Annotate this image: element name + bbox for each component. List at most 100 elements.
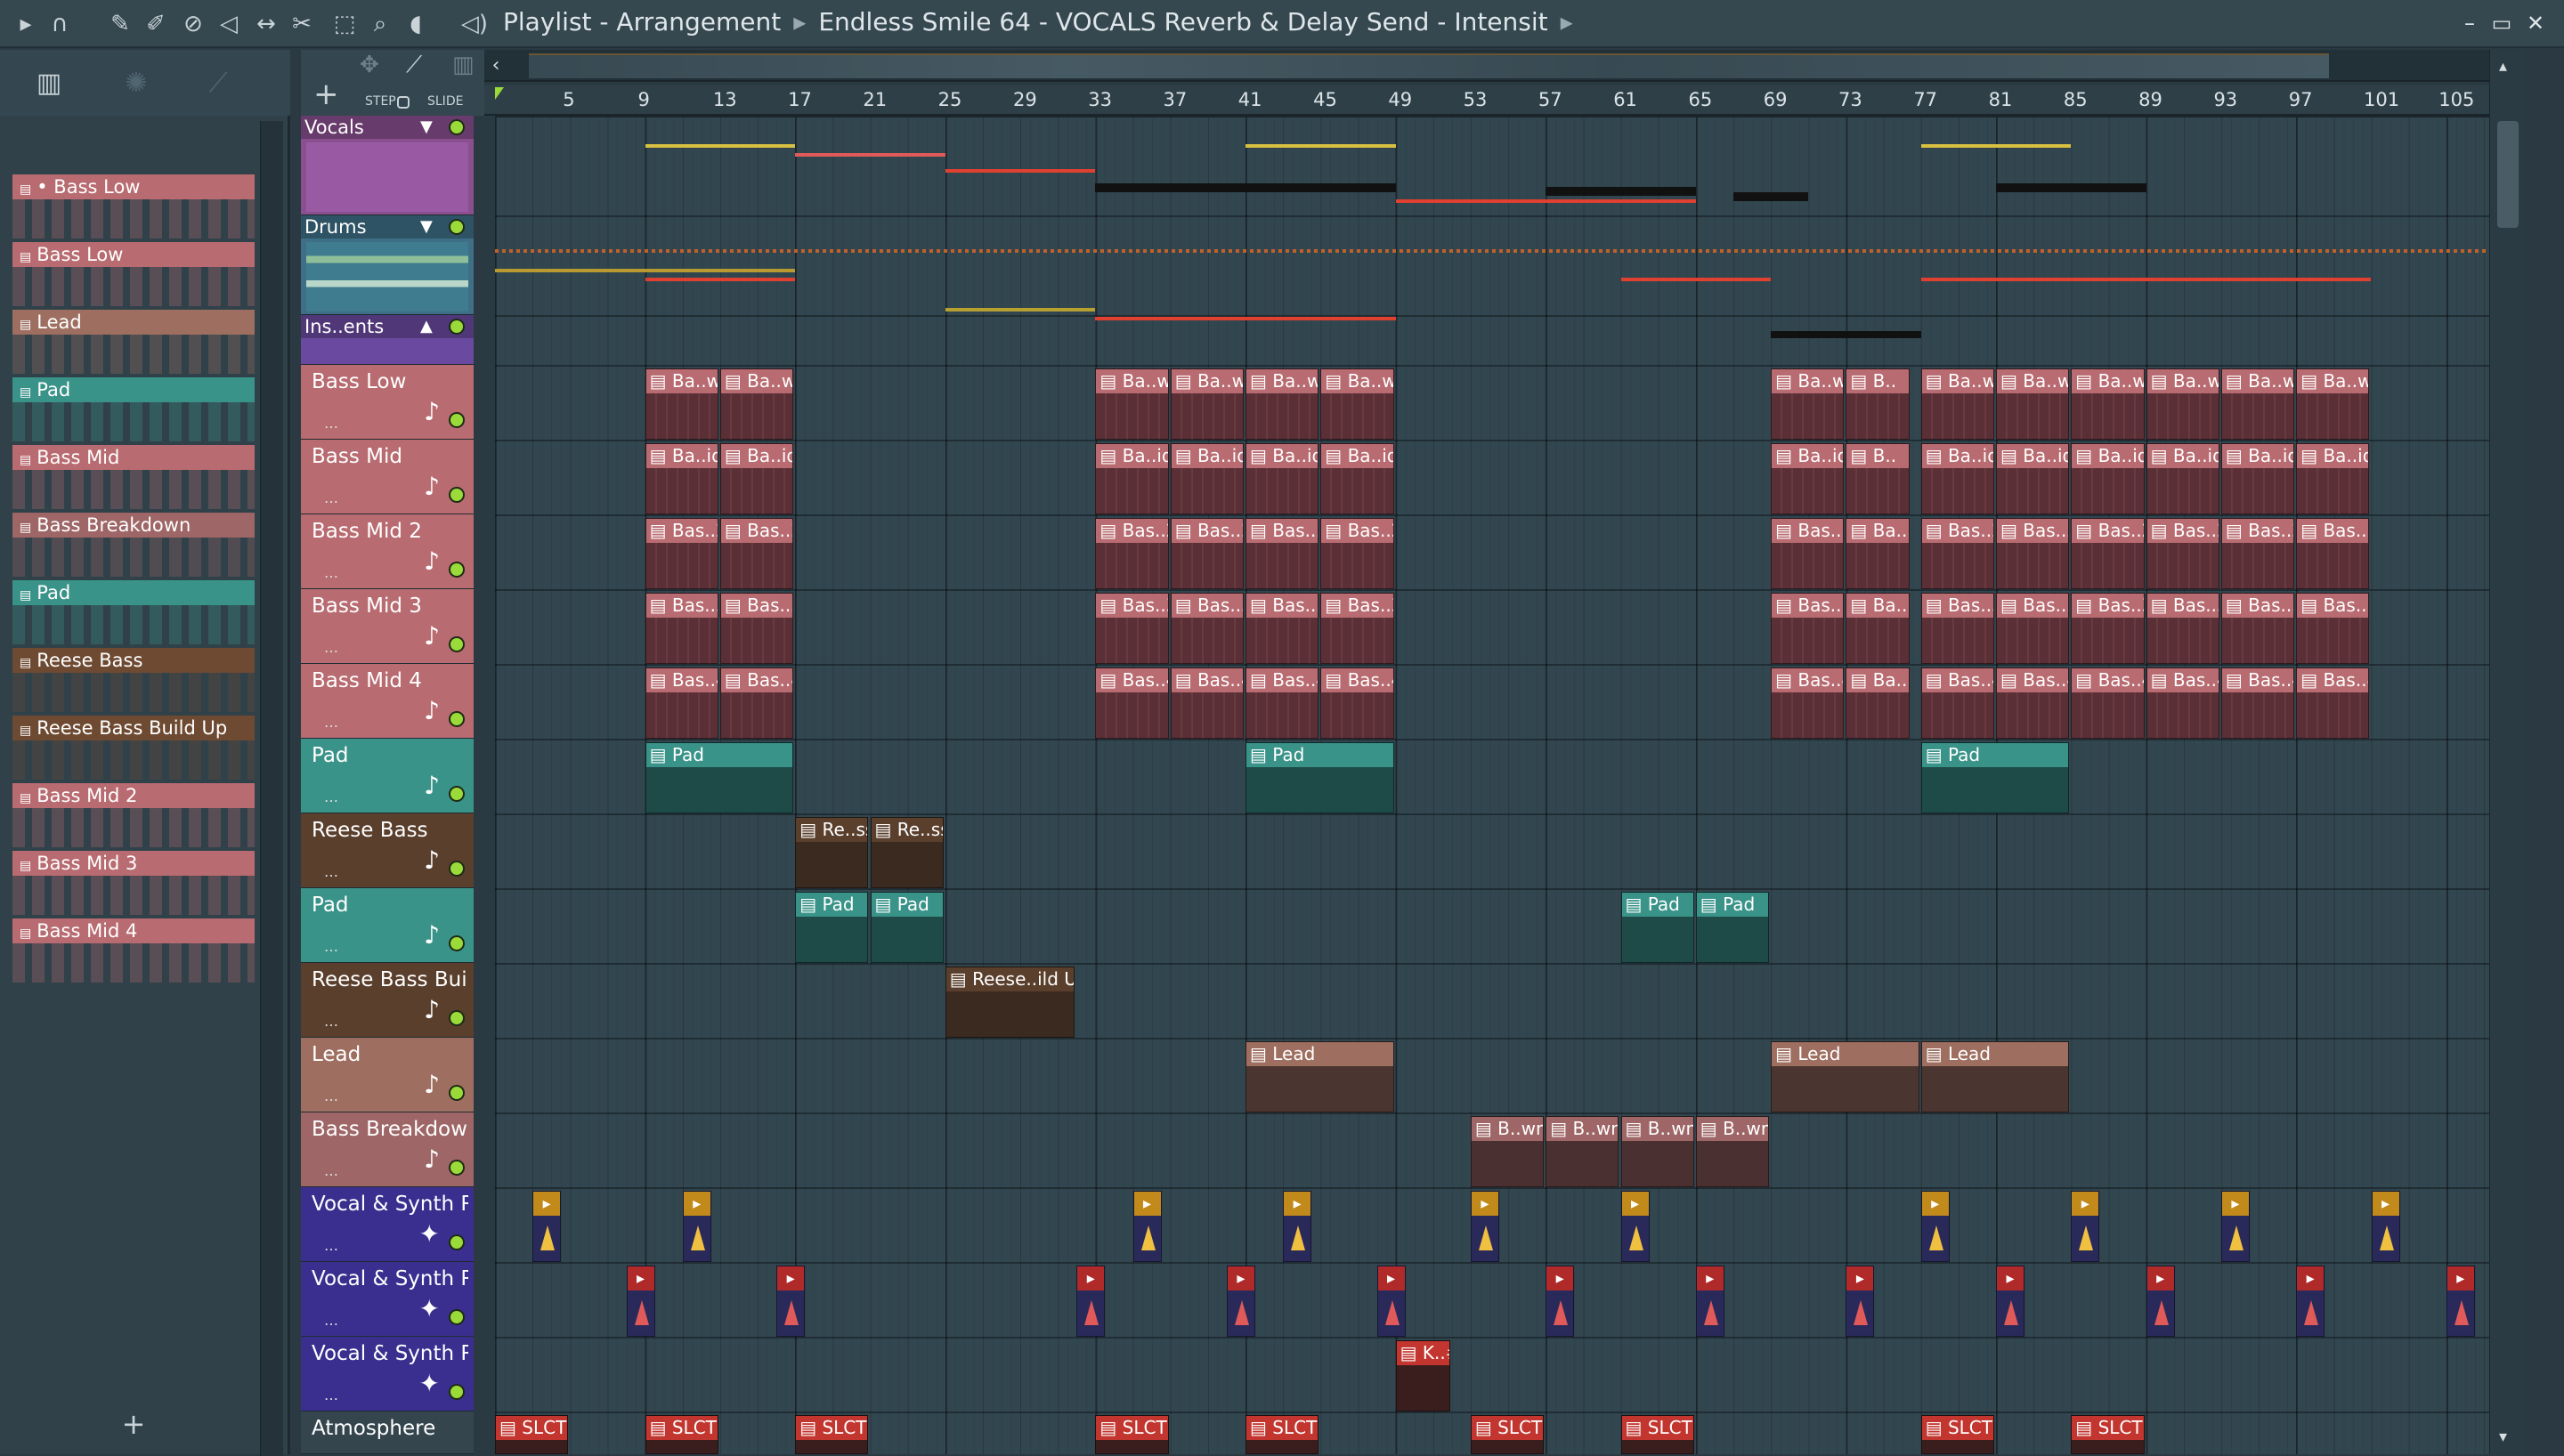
pattern-clip[interactable]: ▤ Ba..id <box>719 443 794 514</box>
pattern-clip[interactable]: ▤ Bas..4 <box>1170 667 1244 739</box>
pattern-clip[interactable]: ▤ Ba..w <box>1170 368 1244 440</box>
speaker-icon[interactable]: ◁) <box>459 9 490 39</box>
pattern-clip[interactable]: ▤ Lead <box>1920 1041 2070 1112</box>
pattern-clip[interactable]: ▤ Bas..2 <box>2146 518 2219 589</box>
track-header[interactable]: Vocal & Synth Re..✦… <box>301 1262 474 1337</box>
pattern-clip[interactable]: ▤ Bas..3 <box>1320 593 1394 664</box>
track-header[interactable]: Vocal & Synth Re..✦… <box>301 1337 474 1412</box>
track-header[interactable]: Reese Bass Build..♪… <box>301 963 474 1038</box>
track-enable-led[interactable] <box>449 1160 465 1176</box>
pattern-clip[interactable]: ▤ Bas..4 <box>1996 667 2070 739</box>
grid-icon[interactable]: ▥ <box>452 52 475 78</box>
automation-clip[interactable]: ▸ <box>2071 1191 2100 1262</box>
scroll-left-icon[interactable]: ‹ <box>484 50 507 82</box>
track-header[interactable]: Pad ♪… <box>301 739 474 813</box>
picker-item[interactable]: ▤ • Bass Low <box>12 174 255 240</box>
picker-item[interactable]: ▤ Bass Mid 4 <box>12 918 255 984</box>
track-header[interactable]: Vocal & Synth Re..✦… <box>301 1187 474 1262</box>
picker-item[interactable]: ▤ Bass Mid 2 <box>12 783 255 849</box>
collapse-arrow-icon[interactable]: ▼ <box>420 117 433 136</box>
pattern-clip[interactable]: ▤ Ba..id <box>1095 443 1169 514</box>
automation-clip[interactable]: ▸ <box>532 1191 562 1262</box>
pattern-clip[interactable]: ▤ Ba..id <box>645 443 718 514</box>
track-header[interactable]: Ins..ents ▲ <box>301 315 474 365</box>
pattern-clip[interactable]: ▤ Bas..4 <box>645 667 718 739</box>
magnet-icon[interactable]: ∩ <box>45 9 75 39</box>
pattern-clip[interactable]: ▤ B.. <box>1846 368 1911 440</box>
automation-clip[interactable]: ▸ <box>1546 1266 1575 1337</box>
playhead-marker-icon[interactable] <box>495 87 504 100</box>
pattern-clip[interactable]: ▤ Bas..2 <box>2296 518 2370 589</box>
step-toggle[interactable] <box>397 96 410 109</box>
audio-clip[interactable]: ▤ SLCTD A..24BPM <box>2071 1415 2145 1454</box>
picker-item[interactable]: ▤ Bass Breakdown <box>12 513 255 578</box>
pattern-clip[interactable]: ▤ Ba..id <box>1320 443 1394 514</box>
audio-clip[interactable]: ▤ K..# <box>1395 1340 1450 1412</box>
track-enable-led[interactable] <box>449 1384 465 1400</box>
audio-clip[interactable]: ▤ SLCTD A..24BPM <box>495 1415 569 1454</box>
collapse-arrow-icon[interactable]: ▼ <box>420 217 433 236</box>
pattern-clip[interactable]: ▤ Bas..2 <box>1920 518 1994 589</box>
add-track-button[interactable]: + <box>313 77 339 112</box>
track-enable-led[interactable] <box>449 1085 465 1101</box>
pattern-clip[interactable]: ▤ Pad <box>645 742 794 813</box>
pattern-clip[interactable]: ▤ Bas..3 <box>2071 593 2145 664</box>
pattern-clip[interactable]: ▤ Ba.. <box>1846 667 1911 739</box>
pattern-clip[interactable]: ▤ Re..ss <box>795 817 869 888</box>
picker-item[interactable]: ▤ Reese Bass Build Up <box>12 716 255 781</box>
automation-clip[interactable]: ▸ <box>2220 1191 2250 1262</box>
pattern-clip[interactable]: ▤ Ba.. <box>1846 593 1911 664</box>
playback-icon[interactable]: ◖ <box>401 9 431 39</box>
pattern-clip[interactable]: ▤ Bas..2 <box>719 518 794 589</box>
pattern-clip[interactable]: ▤ Bas..3 <box>645 593 718 664</box>
audio-clip[interactable]: ▤ SLCTD A..24BPM <box>1620 1415 1694 1454</box>
audio-clip[interactable]: ▤ SLCTD A..24BPM <box>1095 1415 1169 1454</box>
add-pattern-button[interactable]: + <box>0 1407 267 1452</box>
audio-clip[interactable]: ▤ SLCTD A..24BPM <box>645 1415 718 1454</box>
pattern-clip[interactable]: ▤ Ba.. <box>1846 518 1911 589</box>
pattern-clip[interactable]: ▤ Ba..w <box>1771 368 1845 440</box>
automation-clip[interactable]: ▸ <box>1695 1266 1724 1337</box>
pattern-clip[interactable]: ▤ Reese..ild Up <box>945 967 1075 1038</box>
pattern-clip[interactable]: ▤ Bas..2 <box>2071 518 2145 589</box>
track-enable-led[interactable] <box>449 935 465 951</box>
close-icon[interactable]: ✕ <box>2519 7 2552 39</box>
automation-clip[interactable]: ▸ <box>1226 1266 1255 1337</box>
pattern-clip[interactable]: ▤ Bas..4 <box>2220 667 2295 739</box>
link-icon[interactable]: ⟋ <box>406 52 422 79</box>
pattern-clip[interactable]: ▤ Bas..2 <box>1996 518 2070 589</box>
automation-clip[interactable]: ▸ <box>1283 1191 1312 1262</box>
picker-scrollbar[interactable] <box>260 121 283 1456</box>
automation-clip[interactable]: ▸ <box>1470 1191 1499 1262</box>
pattern-clip[interactable]: ▤ Ba..w <box>1245 368 1319 440</box>
track-header[interactable]: Vocals ▼ <box>301 116 474 215</box>
pattern-clip[interactable]: ▤ Bas..3 <box>2296 593 2370 664</box>
track-enable-led[interactable] <box>449 562 465 578</box>
slice-icon[interactable]: ✂ <box>287 9 317 39</box>
pattern-clip[interactable]: ▤ Ba..w <box>2146 368 2219 440</box>
automation-clip[interactable]: ▸ <box>1620 1191 1650 1262</box>
audio-icon[interactable]: ✺ <box>116 66 157 101</box>
track-header[interactable]: Bass Breakdown ♪… <box>301 1112 474 1187</box>
automation-clip[interactable]: ▸ <box>2446 1266 2475 1337</box>
pattern-clip[interactable]: ▤ Bas..3 <box>2220 593 2295 664</box>
audio-clip[interactable]: ▤ SLCTD A..24BPM <box>1245 1415 1319 1454</box>
track-enable-led[interactable] <box>449 711 465 727</box>
pattern-clip[interactable]: ▤ Bas..2 <box>1771 518 1845 589</box>
picker-item[interactable]: ▤ Pad <box>12 377 255 443</box>
pattern-clip[interactable]: ▤ Ba..w <box>2296 368 2370 440</box>
pattern-clip[interactable]: ▤ Ba..w <box>645 368 718 440</box>
automation-clip[interactable]: ▸ <box>1920 1191 1950 1262</box>
automation-clip[interactable]: ▸ <box>1076 1266 1106 1337</box>
pattern-clip[interactable]: ▤ Bas..4 <box>1095 667 1169 739</box>
select-icon[interactable]: ⬚ <box>329 9 360 39</box>
piano-roll-icon[interactable]: ▥ <box>28 66 69 101</box>
pattern-clip[interactable]: ▤ Pad <box>870 892 944 963</box>
pattern-clip[interactable]: ▤ Bas..3 <box>1245 593 1319 664</box>
automation-clip[interactable]: ▸ <box>1996 1266 2024 1337</box>
track-enable-led[interactable] <box>449 1309 465 1325</box>
pattern-clip[interactable]: ▤ Ba..w <box>719 368 794 440</box>
pattern-clip[interactable]: ▤ Ba..w <box>2071 368 2145 440</box>
automation-clip[interactable]: ▸ <box>2146 1266 2175 1337</box>
pattern-clip[interactable]: ▤ Ba..w <box>1996 368 2070 440</box>
